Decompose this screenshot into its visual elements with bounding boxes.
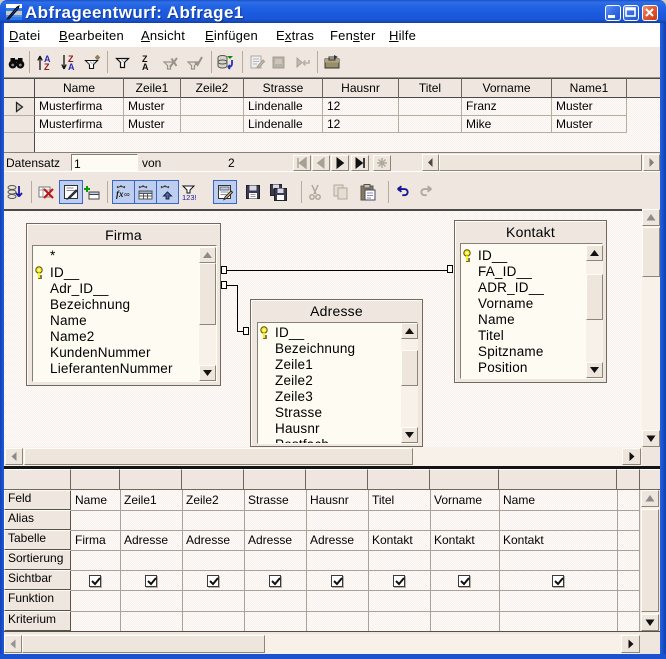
svg-text:123!: 123!	[182, 193, 197, 201]
svg-text:Z: Z	[44, 62, 50, 71]
svg-text:∞: ∞	[124, 190, 130, 199]
svg-text:A: A	[142, 62, 149, 71]
svg-text:fx: fx	[116, 189, 124, 199]
svg-text:A: A	[68, 62, 75, 71]
